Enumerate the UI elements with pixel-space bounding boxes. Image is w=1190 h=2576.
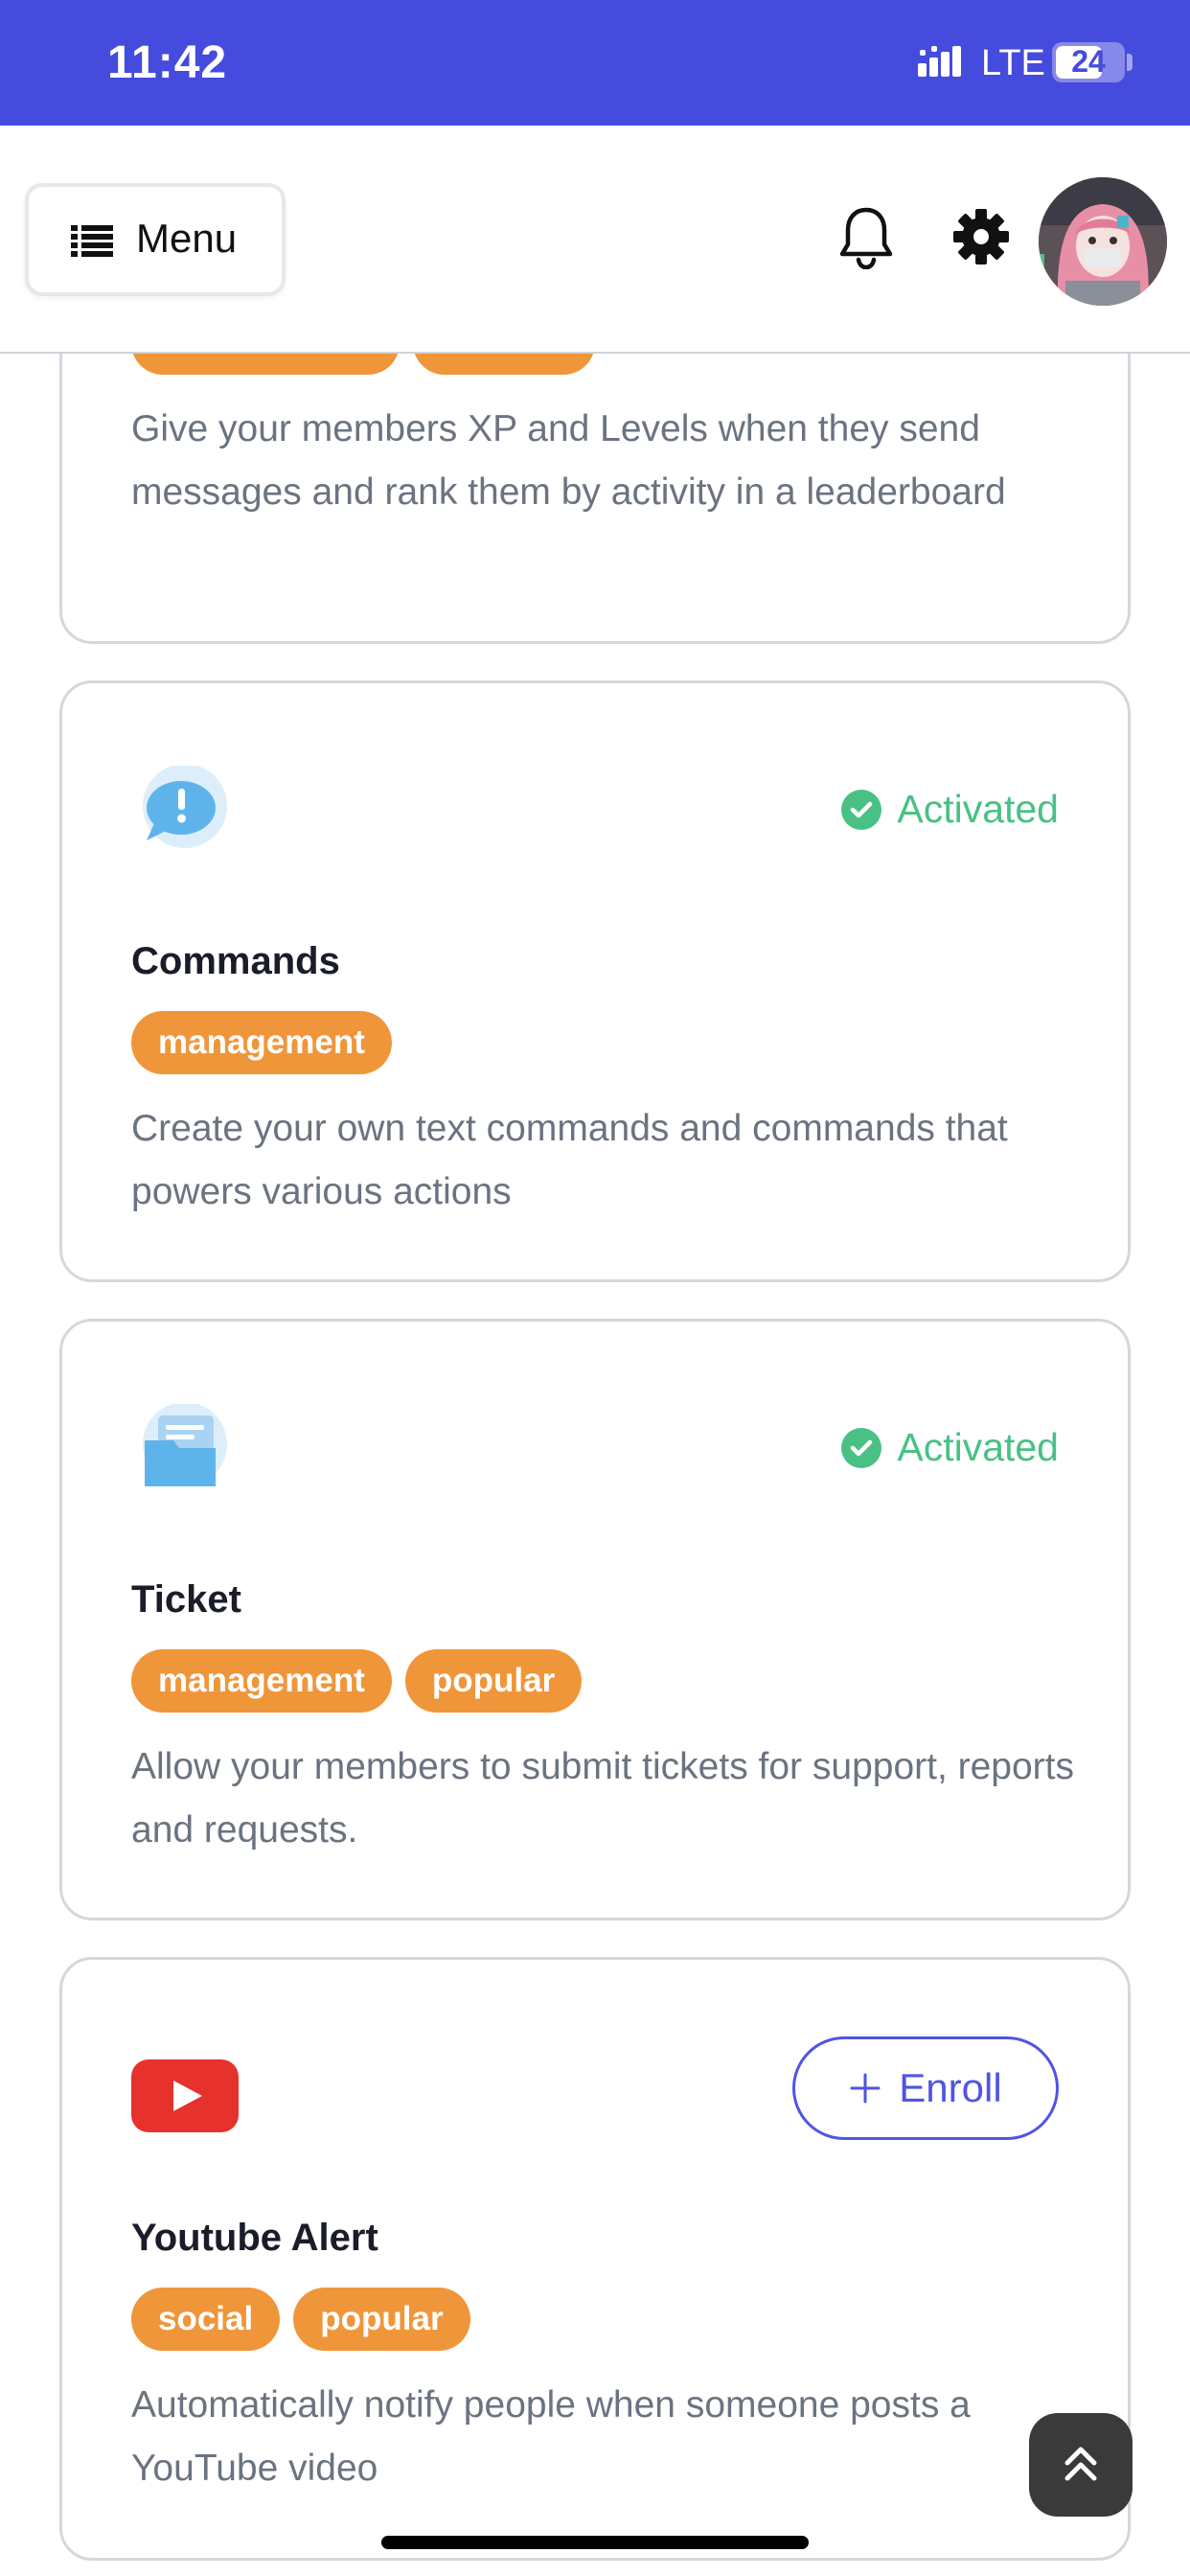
tag-list: social popular: [131, 2288, 470, 2351]
status-label: Activated: [897, 1425, 1059, 1469]
tag-list: management popular: [131, 1649, 583, 1713]
enroll-label: Enroll: [899, 2065, 1002, 2110]
battery-level: 24: [1071, 44, 1106, 79]
cellular-signal-icon: [918, 46, 961, 77]
activated-status: Activated: [841, 1425, 1059, 1470]
tag-management: management: [131, 1649, 392, 1713]
module-description: Create your own text commands and comman…: [131, 1108, 1008, 1212]
activated-status: Activated: [841, 787, 1059, 832]
ticket-folder-icon: [143, 1404, 227, 1486]
menu-label: Menu: [136, 216, 238, 261]
avatar-image: [1039, 177, 1167, 306]
bell-icon[interactable]: [837, 206, 895, 269]
double-chevron-up-icon: [1064, 2447, 1097, 2481]
menu-button[interactable]: Menu: [25, 183, 286, 296]
top-nav: Menu: [0, 126, 1190, 354]
tag-popular: popular: [293, 2288, 470, 2351]
user-avatar[interactable]: [1039, 177, 1167, 306]
module-title: Ticket: [131, 1578, 241, 1621]
check-circle-icon: [841, 789, 882, 830]
module-description: Give your members XP and Levels when the…: [131, 408, 1006, 513]
module-card-commands[interactable]: Activated Commands management Create you…: [59, 680, 1131, 1282]
plus-icon: [850, 2073, 881, 2104]
status-bar: 11:42 LTE 24: [0, 0, 1190, 126]
module-title: Commands: [131, 940, 340, 982]
tag-social: social: [131, 2288, 281, 2351]
module-description: Automatically notify people when someone…: [131, 2384, 971, 2489]
status-time: 11:42: [107, 37, 228, 88]
check-circle-icon: [841, 1427, 882, 1468]
list-icon: [71, 225, 113, 257]
enroll-button[interactable]: Enroll: [792, 2036, 1059, 2140]
gear-icon[interactable]: [952, 208, 1010, 265]
module-card-youtube-alert[interactable]: Enroll Youtube Alert social popular Auto…: [59, 1957, 1131, 2561]
module-description: Allow your members to submit tickets for…: [131, 1746, 1075, 1851]
battery-icon: 24: [1052, 42, 1125, 82]
chat-alert-icon: [143, 766, 227, 848]
tag-list: management: [131, 1011, 392, 1074]
tag-management: management: [131, 1011, 392, 1074]
network-type: LTE: [981, 43, 1045, 83]
module-title: Youtube Alert: [131, 2217, 378, 2259]
scroll-to-top-button[interactable]: [1029, 2413, 1133, 2517]
tag-popular: popular: [404, 1649, 583, 1713]
module-card-ticket[interactable]: Activated Ticket management popular Allo…: [59, 1319, 1131, 1920]
home-indicator: [381, 2536, 809, 2549]
status-label: Activated: [897, 787, 1059, 831]
youtube-icon: [131, 2059, 239, 2132]
